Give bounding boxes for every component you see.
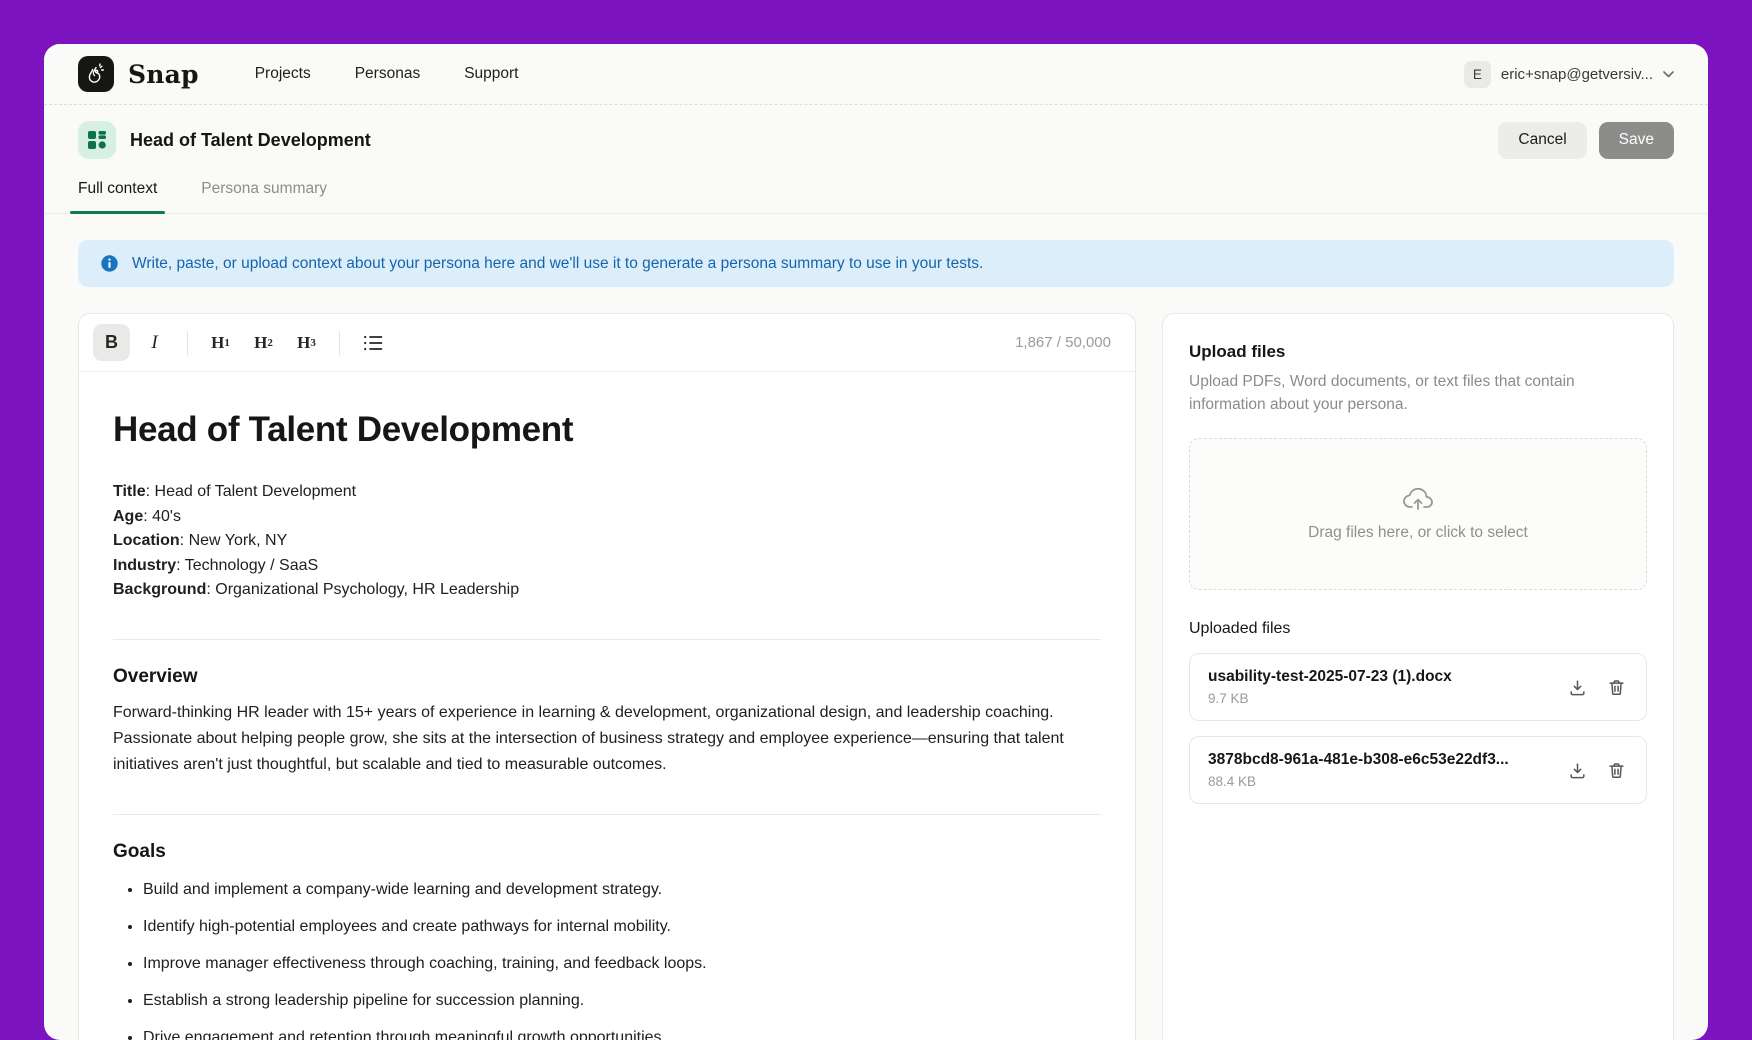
document-title: Head of Talent Development: [113, 410, 1101, 450]
file-size: 9.7 KB: [1208, 691, 1452, 706]
trash-icon[interactable]: [1605, 759, 1628, 782]
uploaded-files-heading: Uploaded files: [1189, 620, 1647, 638]
overview-paragraph: Forward-thinking HR leader with 15+ year…: [113, 700, 1101, 778]
download-icon[interactable]: [1566, 676, 1589, 699]
editor-content[interactable]: Head of Talent Development Title Head of…: [79, 372, 1135, 1040]
file-size: 88.4 KB: [1208, 774, 1509, 789]
snap-hand-icon: [78, 56, 114, 92]
page-title: Head of Talent Development: [130, 130, 371, 151]
goal-item: Build and implement a company-wide learn…: [143, 879, 1101, 901]
italic-button[interactable]: I: [136, 324, 173, 361]
goal-item: Identify high-potential employees and cr…: [143, 916, 1101, 938]
uploaded-file-row: 3878bcd8-961a-481e-b308-e6c53e22df3... 8…: [1189, 736, 1647, 804]
meta-location: Location New York, NY: [113, 529, 1101, 554]
goal-item: Drive engagement and retention through m…: [143, 1027, 1101, 1040]
dropzone-label: Drag files here, or click to select: [1308, 524, 1528, 542]
heading1-button[interactable]: H1: [202, 324, 239, 361]
upload-panel: Upload files Upload PDFs, Word documents…: [1162, 313, 1674, 1040]
persona-entity: Head of Talent Development: [78, 121, 371, 159]
file-info: usability-test-2025-07-23 (1).docx 9.7 K…: [1208, 668, 1452, 706]
file-dropzone[interactable]: Drag files here, or click to select: [1189, 438, 1647, 590]
file-info: 3878bcd8-961a-481e-b308-e6c53e22df3... 8…: [1208, 751, 1509, 789]
download-icon[interactable]: [1566, 759, 1589, 782]
tab-bar: Full context Persona summary: [44, 174, 1708, 214]
tab-persona-summary[interactable]: Persona summary: [201, 180, 327, 213]
file-name: 3878bcd8-961a-481e-b308-e6c53e22df3...: [1208, 751, 1509, 769]
upload-panel-description: Upload PDFs, Word documents, or text fil…: [1189, 370, 1647, 416]
header-actions: Cancel Save: [1498, 122, 1674, 159]
persona-grid-icon: [78, 121, 116, 159]
section-divider: [113, 639, 1101, 640]
cancel-button[interactable]: Cancel: [1498, 122, 1586, 159]
goals-list: Build and implement a company-wide learn…: [113, 879, 1101, 1040]
editor-toolbar: B I H1 H2 H3 1,867 / 50,000: [79, 314, 1135, 372]
uploaded-file-row: usability-test-2025-07-23 (1).docx 9.7 K…: [1189, 653, 1647, 721]
top-nav: Snap Projects Personas Support E eric+sn…: [44, 44, 1708, 105]
file-name: usability-test-2025-07-23 (1).docx: [1208, 668, 1452, 686]
nav-item-support[interactable]: Support: [464, 65, 518, 83]
nav-item-personas[interactable]: Personas: [355, 65, 420, 83]
goals-heading: Goals: [113, 841, 1101, 863]
upload-panel-title: Upload files: [1189, 342, 1647, 362]
banner-text: Write, paste, or upload context about yo…: [132, 255, 983, 273]
user-menu[interactable]: E eric+snap@getversiv...: [1464, 61, 1674, 88]
meta-background: Background Organizational Psychology, HR…: [113, 578, 1101, 603]
editor-card: B I H1 H2 H3 1,867 / 50,000: [78, 313, 1136, 1040]
heading2-button[interactable]: H2: [245, 324, 282, 361]
nav-links: Projects Personas Support: [255, 65, 519, 83]
user-email: eric+snap@getversiv...: [1501, 66, 1653, 83]
file-actions: [1554, 676, 1628, 699]
file-actions: [1554, 759, 1628, 782]
tab-full-context[interactable]: Full context: [78, 180, 157, 213]
overview-heading: Overview: [113, 666, 1101, 688]
cloud-upload-icon: [1402, 486, 1434, 512]
nav-item-projects[interactable]: Projects: [255, 65, 311, 83]
goal-item: Improve manager effectiveness through co…: [143, 953, 1101, 975]
heading3-button[interactable]: H3: [288, 324, 325, 361]
info-icon: [100, 254, 119, 273]
goal-item: Establish a strong leadership pipeline f…: [143, 990, 1101, 1012]
page-header: Head of Talent Development Cancel Save: [44, 105, 1708, 174]
app-window: Snap Projects Personas Support E eric+sn…: [44, 44, 1708, 1040]
chevron-down-icon: [1663, 71, 1674, 78]
meta-title: Title Head of Talent Development: [113, 480, 1101, 505]
toolbar-divider: [339, 331, 340, 355]
main-area: B I H1 H2 H3 1,867 / 50,000: [44, 287, 1708, 1040]
trash-icon[interactable]: [1605, 676, 1628, 699]
brand-logo[interactable]: Snap: [78, 56, 199, 92]
character-count: 1,867 / 50,000: [1015, 334, 1121, 351]
meta-age: Age 40's: [113, 505, 1101, 530]
bullet-list-button[interactable]: [354, 324, 391, 361]
meta-industry: Industry Technology / SaaS: [113, 554, 1101, 579]
bold-button[interactable]: B: [93, 324, 130, 361]
brand-name: Snap: [128, 60, 199, 89]
toolbar-divider: [187, 331, 188, 355]
section-divider: [113, 814, 1101, 815]
info-banner: Write, paste, or upload context about yo…: [78, 240, 1674, 287]
save-button[interactable]: Save: [1599, 122, 1674, 159]
avatar: E: [1464, 61, 1491, 88]
